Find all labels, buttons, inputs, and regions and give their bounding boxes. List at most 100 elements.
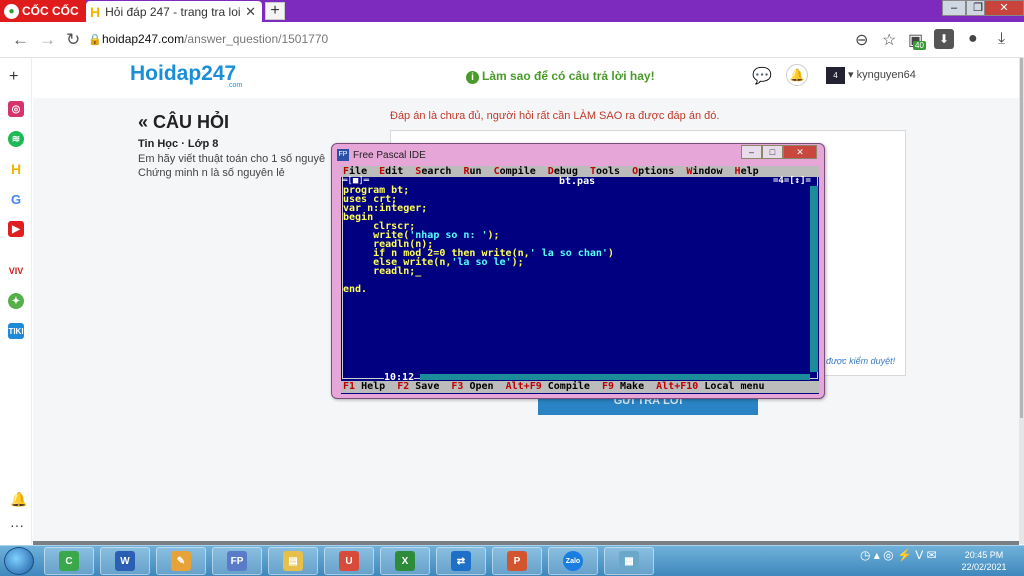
- taskbar-notepad-button[interactable]: ▦: [604, 547, 654, 575]
- notification-bell-icon[interactable]: 🔔: [10, 491, 27, 508]
- excel-icon: X: [395, 551, 415, 571]
- bookmark-star-icon[interactable]: ☆: [882, 30, 896, 50]
- taskbar-word-button[interactable]: W: [100, 547, 150, 575]
- fp-maximize-button[interactable]: □: [762, 145, 783, 159]
- tab-hoidap247[interactable]: H Hỏi đáp 247 - trang tra loi ✕: [86, 1, 262, 22]
- instagram-icon[interactable]: ◎: [8, 101, 24, 117]
- clock-time: 20:45 PM: [964, 550, 1004, 560]
- fp-menu-hotkey: E: [379, 166, 386, 177]
- fp-status-key: F9: [601, 381, 614, 392]
- fp-status-item[interactable]: F1 Help: [343, 381, 385, 392]
- taskbar-teamviewer-button[interactable]: ⇄: [436, 547, 486, 575]
- chat-icon[interactable]: 💬: [752, 66, 772, 86]
- fp-menu-edit[interactable]: Edit: [379, 166, 403, 177]
- question-heading[interactable]: « CÂU HỎI: [138, 112, 229, 133]
- fp-status-item[interactable]: F3 Open: [451, 381, 493, 392]
- taskbar-paint-button[interactable]: ✎: [156, 547, 206, 575]
- powerpoint-icon: P: [507, 551, 527, 571]
- coccoc-game-icon[interactable]: ✦: [8, 293, 24, 309]
- taskbar-unikey-button[interactable]: U: [324, 547, 374, 575]
- user-avatar[interactable]: 4: [826, 67, 845, 84]
- fp-horizontal-scrollbar[interactable]: [420, 374, 810, 380]
- taskbar-explorer-button[interactable]: ▤: [268, 547, 318, 575]
- address-bar[interactable]: hoidap247.com/answer_question/1501770: [102, 32, 328, 46]
- zoom-icon[interactable]: ⊖: [855, 30, 868, 50]
- fp-status-item[interactable]: F2 Save: [397, 381, 439, 392]
- fp-close-button[interactable]: ✕: [783, 145, 817, 159]
- fp-menu-run[interactable]: Run: [463, 166, 481, 177]
- more-icon[interactable]: ···: [10, 517, 24, 533]
- brand-sub: .com: [227, 82, 243, 89]
- help-text: Làm sao để có câu trả lời hay!: [482, 69, 655, 83]
- profile-icon[interactable]: ●: [968, 30, 978, 48]
- fp-menu-hotkey: W: [686, 166, 693, 177]
- google-icon[interactable]: G: [8, 191, 24, 207]
- taskbar-clock[interactable]: 20:45 PM 22/02/2021: [960, 549, 1008, 573]
- clock-date: 22/02/2021: [961, 562, 1007, 572]
- vtv-icon[interactable]: VIV: [8, 263, 24, 279]
- zalo-icon: Zalo: [563, 551, 583, 571]
- brand-name: Hoidap247: [130, 62, 237, 85]
- fp-code-line[interactable]: program bt;: [343, 186, 809, 196]
- taskbar-freepascal-button[interactable]: FP: [212, 547, 262, 575]
- fp-minimize-button[interactable]: –: [741, 145, 762, 159]
- forward-icon[interactable]: →: [39, 30, 56, 50]
- fp-menu-compile[interactable]: Compile: [494, 166, 536, 177]
- url-host: hoidap247.com: [102, 32, 185, 46]
- downloads-icon[interactable]: ⤓: [998, 30, 1005, 48]
- minimize-button[interactable]: –: [942, 0, 966, 16]
- freepascal-app-icon: FP: [337, 149, 349, 161]
- fp-status-key: F3: [451, 381, 464, 392]
- taskbar-coccoc-button[interactable]: C: [44, 547, 94, 575]
- fp-status-key: Alt+F10: [656, 381, 699, 392]
- help-link[interactable]: i Làm sao để có câu trả lời hay!: [466, 69, 655, 84]
- tab-title: Hỏi đáp 247 - trang tra loi: [105, 4, 241, 19]
- spotify-icon[interactable]: ≋: [8, 131, 24, 147]
- fp-status-item[interactable]: Alt+F9 Compile: [506, 381, 590, 392]
- coccoc-menu-button[interactable]: ● CỐC CỐC: [0, 0, 86, 22]
- fp-status-item[interactable]: Alt+F10 Local menu: [656, 381, 764, 392]
- fp-window-number[interactable]: =4=[↕]=: [773, 177, 811, 186]
- fp-status-key: Alt+F9: [505, 381, 542, 392]
- hoidap-sidebar-icon[interactable]: H: [8, 161, 24, 177]
- fp-code-line[interactable]: [343, 276, 809, 285]
- system-tray[interactable]: ◷ ▴ ◎ ⚡ V ✉: [860, 548, 937, 562]
- fp-menu-help[interactable]: Help: [735, 166, 759, 177]
- fp-code-line[interactable]: end.: [343, 285, 809, 295]
- site-bell-icon[interactable]: 🔔: [786, 64, 808, 86]
- tab-close-icon[interactable]: ✕: [245, 4, 256, 20]
- fp-status-label: Local menu: [698, 381, 765, 392]
- start-button[interactable]: [4, 547, 34, 575]
- page-scrollbar-thumb[interactable]: [1020, 58, 1023, 418]
- window-close-button[interactable]: ✕: [984, 0, 1024, 16]
- tiki-icon[interactable]: TIKI: [8, 323, 24, 339]
- fp-menu-options[interactable]: Options: [632, 166, 674, 177]
- fp-file-name: bt.pas: [556, 177, 599, 187]
- username[interactable]: ▾ kynguyen64: [848, 68, 916, 81]
- taskbar-excel-button[interactable]: X: [380, 547, 430, 575]
- fp-status-label: Help: [355, 381, 386, 392]
- info-icon: i: [466, 71, 479, 84]
- fp-status-bar: F1 Help F2 Save F3 Open Alt+F9 Compile F…: [341, 381, 819, 393]
- sidebar-add-icon[interactable]: +: [9, 68, 18, 86]
- coccoc-icon: C: [59, 551, 79, 571]
- coccoc-logo-icon: ●: [4, 3, 19, 19]
- fp-menu-hotkey: D: [547, 166, 554, 177]
- fp-code-editor[interactable]: program bt; uses crt; var n:integer; begin …: [343, 186, 809, 366]
- reload-icon[interactable]: ↻: [66, 30, 80, 50]
- taskbar-powerpoint-button[interactable]: P: [492, 547, 542, 575]
- fp-vertical-scrollbar[interactable]: [810, 186, 818, 372]
- fp-status-item[interactable]: F9 Make: [602, 381, 644, 392]
- fp-code-line[interactable]: readln;_: [343, 267, 809, 277]
- freepascal-icon: FP: [227, 551, 247, 571]
- taskbar-zalo-button[interactable]: Zalo: [548, 547, 598, 575]
- new-tab-button[interactable]: +: [265, 2, 285, 20]
- site-logo[interactable]: Hoidap247 .com: [130, 62, 242, 89]
- fp-code-line[interactable]: var n:integer;: [343, 204, 809, 214]
- youtube-icon[interactable]: ▶: [8, 221, 24, 237]
- fp-status-label: Compile: [541, 381, 590, 392]
- back-icon[interactable]: ←: [12, 30, 29, 50]
- download-manager-icon[interactable]: ⬇: [934, 29, 954, 49]
- fp-menu-search[interactable]: Search: [415, 166, 451, 177]
- fp-menu-window[interactable]: Window: [686, 166, 722, 177]
